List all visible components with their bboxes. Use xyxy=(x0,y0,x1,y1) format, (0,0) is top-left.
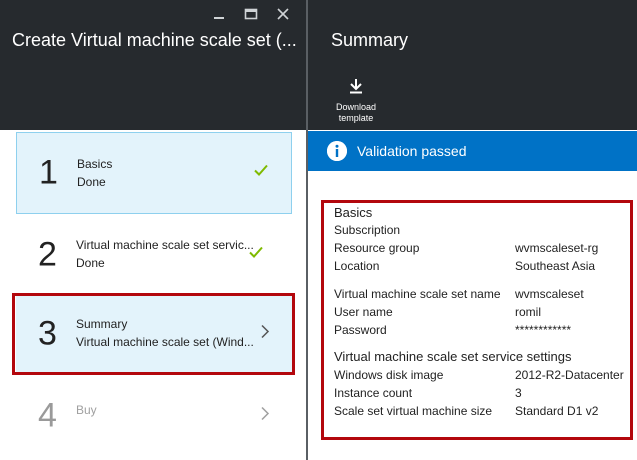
summary-row: Scale set virtual machine size Standard … xyxy=(334,404,624,420)
close-icon[interactable] xyxy=(274,5,292,23)
summary-row: Instance count 3 xyxy=(334,386,624,402)
summary-row: Windows disk image 2012-R2-Datacenter xyxy=(334,368,624,384)
row-label: Scale set virtual machine size xyxy=(334,404,493,418)
summary-row: Location Southeast Asia xyxy=(334,259,624,275)
minimize-icon[interactable] xyxy=(210,5,228,23)
summary-details-highlight: Basics Subscription Resource group wvmsc… xyxy=(321,200,633,440)
step-title: Basics xyxy=(77,157,113,171)
step-title: Buy xyxy=(76,403,97,417)
basics-heading: Basics xyxy=(334,205,373,220)
row-value: ************ xyxy=(515,323,572,337)
row-value: 2012-R2-Datacenter xyxy=(515,368,624,382)
summary-row: Password ************ xyxy=(334,323,624,339)
step-status: Done xyxy=(77,175,106,189)
row-label: Resource group xyxy=(334,241,420,255)
row-label: Instance count xyxy=(334,386,413,400)
row-label: Windows disk image xyxy=(334,368,444,382)
row-value: 3 xyxy=(515,386,522,400)
row-value: wvmscaleset-rg xyxy=(515,241,599,255)
left-blade-title: Create Virtual machine scale set (... xyxy=(12,30,297,50)
summary-step-highlight xyxy=(12,293,295,375)
row-label: Subscription xyxy=(334,223,401,237)
step-number: 4 xyxy=(38,396,57,435)
blade-divider xyxy=(306,0,308,460)
step-number: 1 xyxy=(39,153,58,192)
header-bar xyxy=(0,0,637,130)
checkmark-icon xyxy=(253,164,269,183)
validation-message: Validation passed xyxy=(357,143,467,159)
maximize-icon[interactable] xyxy=(242,5,260,23)
download-template-button[interactable]: Download template xyxy=(326,78,386,124)
download-template-label: Download template xyxy=(335,102,377,123)
download-icon xyxy=(348,78,364,99)
step-number: 2 xyxy=(38,235,57,274)
step-service-settings[interactable]: 2 Virtual machine scale set servic... Do… xyxy=(16,214,292,296)
row-value: Standard D1 v2 xyxy=(515,404,599,418)
summary-row: User name romil xyxy=(334,305,624,321)
step-status: Done xyxy=(76,256,105,270)
chevron-right-icon xyxy=(260,406,270,427)
step-basics[interactable]: 1 Basics Done xyxy=(16,132,292,214)
step-title: Virtual machine scale set servic... xyxy=(76,238,254,252)
window-controls xyxy=(210,5,292,23)
row-label: Location xyxy=(334,259,380,273)
row-label: User name xyxy=(334,305,393,319)
row-value: romil xyxy=(515,305,541,319)
row-label: Virtual machine scale set name xyxy=(334,287,501,301)
validation-banner: Validation passed xyxy=(308,131,637,171)
service-settings-heading: Virtual machine scale set service settin… xyxy=(334,349,572,364)
info-icon xyxy=(327,141,347,161)
summary-row: Resource group wvmscaleset-rg xyxy=(334,241,624,257)
row-value: Southeast Asia xyxy=(515,259,596,273)
summary-row: Subscription xyxy=(334,223,624,239)
checkmark-icon xyxy=(248,246,264,265)
right-blade-title: Summary xyxy=(331,30,409,50)
step-buy[interactable]: 4 Buy xyxy=(16,375,292,457)
row-label: Password xyxy=(334,323,387,337)
row-value: wvmscaleset xyxy=(515,287,584,301)
summary-row: Virtual machine scale set name wvmscales… xyxy=(334,287,624,303)
